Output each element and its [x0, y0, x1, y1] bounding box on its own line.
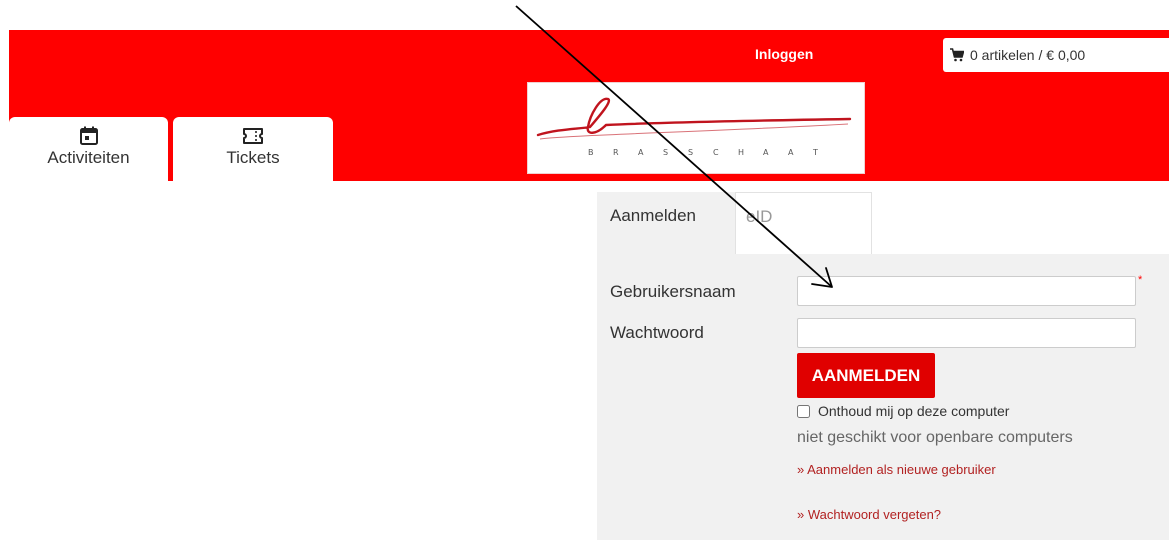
- tab-eid[interactable]: eID: [735, 192, 872, 254]
- shopping-cart-icon: [950, 48, 964, 62]
- username-label: Gebruikersnaam: [610, 282, 736, 301]
- logo-letter: R: [613, 148, 619, 157]
- remember-me-hint: niet geschikt voor openbare computers: [797, 429, 1073, 446]
- remember-me-checkbox[interactable]: [797, 404, 810, 418]
- tab-label: Activiteiten: [47, 148, 130, 167]
- tab-tickets[interactable]: Tickets: [173, 117, 333, 181]
- tab-activiteiten[interactable]: Activiteiten: [9, 117, 168, 181]
- cart-summary-text: 0 artikelen / € 0,00: [970, 47, 1086, 63]
- register-link[interactable]: » Aanmelden als nieuwe gebruiker: [797, 462, 996, 477]
- tab-aanmelden[interactable]: Aanmelden: [597, 192, 735, 254]
- logo-letter: C: [713, 148, 719, 157]
- login-tabs: Aanmelden eID: [597, 192, 872, 254]
- brasschaat-logo[interactable]: B R A S S C H A A T: [527, 82, 865, 174]
- logo-letter: S: [663, 148, 668, 157]
- forgot-password-link[interactable]: » Wachtwoord vergeten?: [797, 507, 941, 522]
- required-marker: *: [1138, 274, 1143, 286]
- remember-me-label[interactable]: Onthoud mij op deze computer: [818, 403, 1009, 419]
- ticket-icon: [242, 126, 264, 146]
- logo-letter: A: [638, 148, 644, 157]
- tab-label: Tickets: [226, 148, 280, 167]
- password-input[interactable]: [797, 318, 1136, 348]
- logo-letter: T: [812, 148, 818, 157]
- logo-letter: H: [738, 148, 744, 157]
- logo-letter: A: [763, 148, 769, 157]
- password-label: Wachtwoord: [610, 323, 704, 342]
- logo-letter: S: [688, 148, 693, 157]
- remember-me-row: Onthoud mij op deze computer: [797, 403, 1009, 419]
- calendar-icon: [78, 126, 100, 146]
- logo-letter: A: [788, 148, 794, 157]
- username-input[interactable]: [797, 276, 1136, 306]
- cart-summary-button[interactable]: 0 artikelen / € 0,00: [943, 38, 1169, 72]
- aanmelden-button[interactable]: AANMELDEN: [797, 353, 935, 398]
- logo-letter: B: [588, 148, 594, 157]
- login-link[interactable]: Inloggen: [755, 46, 813, 62]
